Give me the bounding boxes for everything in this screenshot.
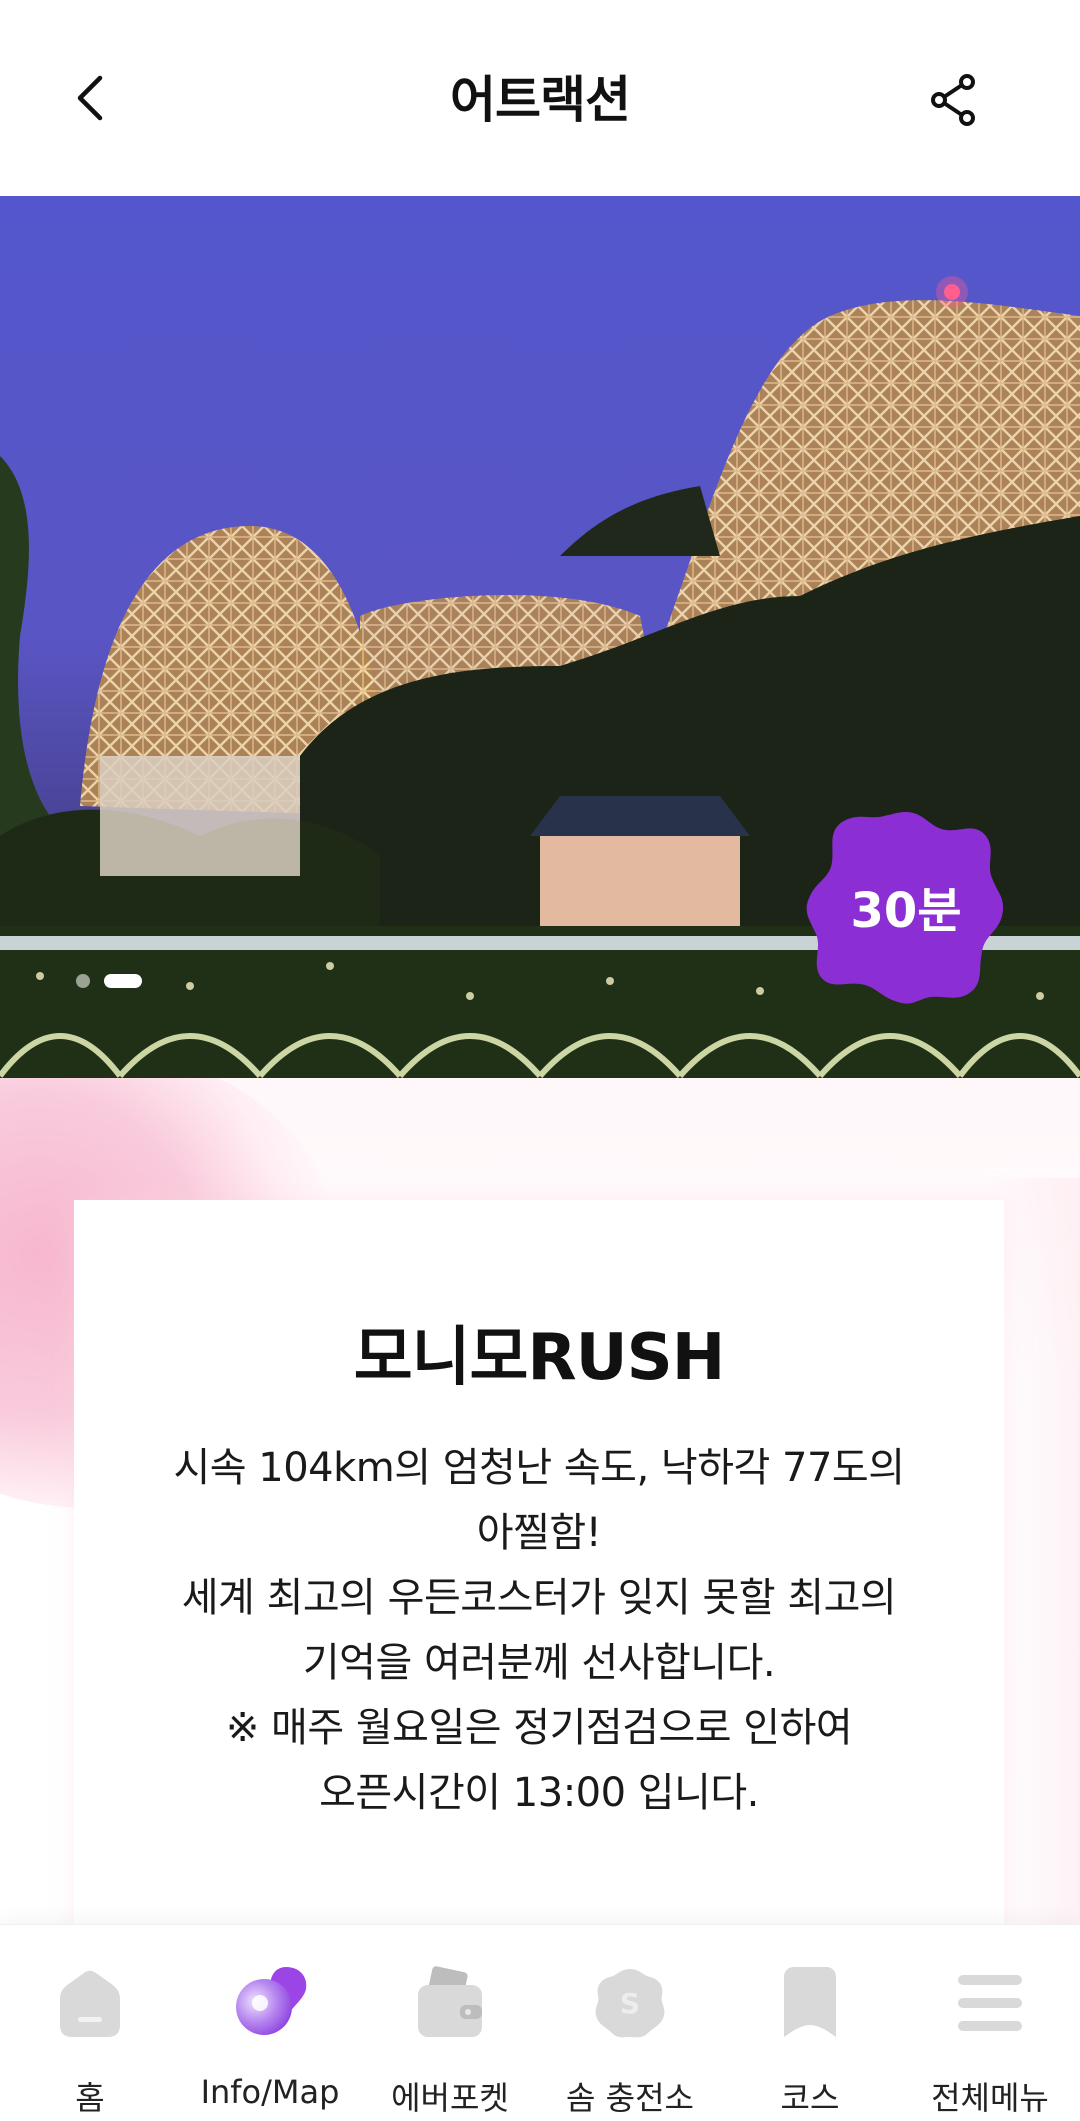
nav-label-home: 홈 [75, 2079, 105, 2117]
share-icon [931, 74, 975, 126]
wallet-icon [418, 1966, 482, 2037]
map-pin-icon [236, 1967, 307, 2035]
nav-label-info-map: Info/Map [200, 2073, 340, 2111]
top-app-bar: 어트랙션 [0, 0, 1080, 196]
carousel-dot-active[interactable] [104, 974, 142, 988]
nav-label-course: 코스 [780, 2079, 840, 2117]
attraction-image-carousel[interactable]: 30분 [0, 196, 1080, 1078]
attraction-name: 모니모RUSH [353, 1321, 726, 1395]
nav-label-full-menu: 전체메뉴 [931, 2079, 1049, 2117]
nav-item-home[interactable]: 홈 [0, 1925, 180, 2121]
nav-item-full-menu[interactable]: 전체메뉴 [900, 1925, 1080, 2121]
nav-item-course[interactable]: 코스 [720, 1925, 900, 2121]
attraction-info-card: 모니모RUSH 시속 104km의 엄청난 속도, 낙하각 77도의 아찔함! … [74, 1200, 1004, 1960]
carousel-indicator [76, 974, 142, 988]
bookmark-icon [784, 1967, 836, 2037]
bottom-navigation: 홈 Info/Map 에버포켓 S 솜 충전소 코스 전체메뉴 [0, 1924, 1080, 2121]
carousel-dot[interactable] [76, 974, 90, 988]
share-button[interactable] [920, 66, 988, 134]
svg-text:S: S [620, 1987, 640, 2020]
som-coin-icon: S [595, 1969, 665, 2038]
nav-item-ever-pocket[interactable]: 에버포켓 [360, 1925, 540, 2121]
nav-label-ever-pocket: 에버포켓 [391, 2079, 509, 2117]
wait-time-badge: 30분 [806, 806, 1006, 1006]
menu-icon [958, 1975, 1022, 2031]
page-title: 어트랙션 [450, 71, 631, 129]
nav-item-som-station[interactable]: S 솜 충전소 [540, 1925, 720, 2121]
nav-item-info-map[interactable]: Info/Map [180, 1925, 360, 2121]
nav-label-som-station: 솜 충전소 [566, 2079, 694, 2117]
home-icon [60, 1970, 120, 2037]
attraction-description: 시속 104km의 엄청난 속도, 낙하각 77도의 아찔함! 세계 최고의 우… [173, 1445, 905, 1816]
wait-time-label: 30분 [850, 883, 962, 939]
